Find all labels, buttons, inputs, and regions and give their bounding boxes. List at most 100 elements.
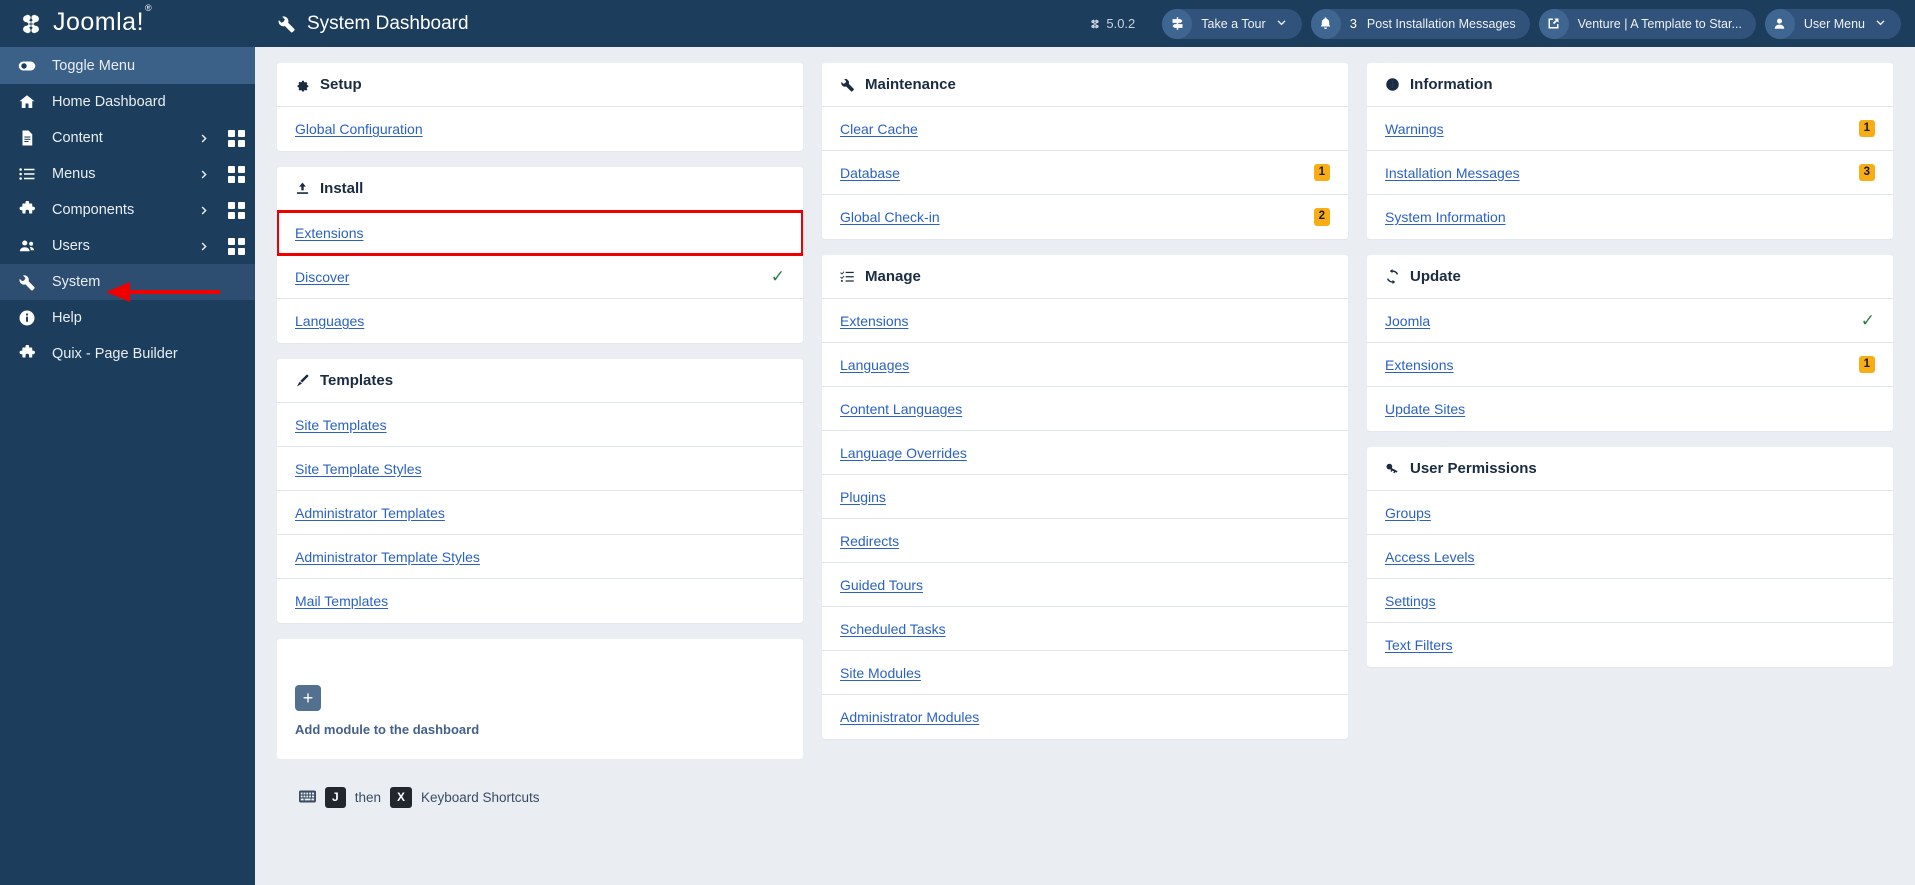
chevron-right-icon[interactable] xyxy=(191,168,217,181)
link-system-information[interactable]: System Information xyxy=(1385,209,1506,225)
panel-row-languages[interactable]: Languages xyxy=(822,343,1348,387)
link-warnings[interactable]: Warnings xyxy=(1385,121,1444,137)
panel-row-scheduled-tasks[interactable]: Scheduled Tasks xyxy=(822,607,1348,651)
key-icon xyxy=(1385,461,1400,476)
panel-row-groups[interactable]: Groups xyxy=(1367,491,1893,535)
sidebar-item-quix-page-builder[interactable]: Quix - Page Builder xyxy=(0,336,255,372)
sidebar-grid-icon[interactable] xyxy=(217,165,255,183)
user-menu-button[interactable]: User Menu xyxy=(1764,8,1901,39)
link-languages[interactable]: Languages xyxy=(840,357,909,373)
sidebar-item-content[interactable]: Content xyxy=(0,120,255,156)
sidebar-item-help[interactable]: Help xyxy=(0,300,255,336)
link-discover[interactable]: Discover xyxy=(295,269,349,285)
link-administrator-modules[interactable]: Administrator Modules xyxy=(840,709,979,725)
panel-row-redirects[interactable]: Redirects xyxy=(822,519,1348,563)
panel-row-extensions[interactable]: Extensions xyxy=(277,210,803,256)
panel-row-text-filters[interactable]: Text Filters xyxy=(1367,623,1893,667)
panel-row-global-configuration[interactable]: Global Configuration xyxy=(277,107,803,151)
link-guided-tours[interactable]: Guided Tours xyxy=(840,577,923,593)
link-site-modules[interactable]: Site Modules xyxy=(840,665,921,681)
chevron-right-icon[interactable] xyxy=(191,204,217,217)
panel-row-update-sites[interactable]: Update Sites xyxy=(1367,387,1893,431)
sidebar-grid-icon[interactable] xyxy=(217,201,255,219)
sidebar-item-home-dashboard[interactable]: Home Dashboard xyxy=(0,84,255,120)
sidebar-grid-icon[interactable] xyxy=(217,129,255,147)
wrench-icon xyxy=(18,273,39,291)
post-installation-messages-button[interactable]: 3 Post Installation Messages xyxy=(1310,8,1530,39)
link-site-template-styles[interactable]: Site Template Styles xyxy=(295,461,422,477)
add-module-button[interactable]: + xyxy=(295,685,321,711)
panel-row-clear-cache[interactable]: Clear Cache xyxy=(822,107,1348,151)
link-administrator-template-styles[interactable]: Administrator Template Styles xyxy=(295,549,480,565)
panel-row-settings[interactable]: Settings xyxy=(1367,579,1893,623)
chevron-right-icon[interactable] xyxy=(191,132,217,145)
sidebar-item-label: Menus xyxy=(52,166,96,182)
panel-title: Manage xyxy=(865,268,921,285)
panel-row-installation-messages[interactable]: Installation Messages 3 xyxy=(1367,151,1893,195)
sidebar-item-toggle-menu[interactable]: Toggle Menu xyxy=(0,47,255,84)
brush-icon xyxy=(295,373,310,388)
panel-row-extensions[interactable]: Extensions 1 xyxy=(1367,343,1893,387)
panel-row-global-check-in[interactable]: Global Check-in 2 xyxy=(822,195,1348,239)
panel-title: Information xyxy=(1410,76,1493,93)
link-access-levels[interactable]: Access Levels xyxy=(1385,549,1474,565)
panel-row-extensions[interactable]: Extensions xyxy=(822,299,1348,343)
link-site-templates[interactable]: Site Templates xyxy=(295,417,387,433)
sidebar-item-users[interactable]: Users xyxy=(0,228,255,264)
panel-row-access-levels[interactable]: Access Levels xyxy=(1367,535,1893,579)
panel-row-administrator-templates[interactable]: Administrator Templates xyxy=(277,491,803,535)
panel-header: Update xyxy=(1367,255,1893,299)
chevron-right-icon[interactable] xyxy=(191,240,217,253)
users-icon xyxy=(18,237,39,255)
link-scheduled-tasks[interactable]: Scheduled Tasks xyxy=(840,621,946,637)
link-administrator-templates[interactable]: Administrator Templates xyxy=(295,505,445,521)
link-settings[interactable]: Settings xyxy=(1385,593,1436,609)
joomla-logo[interactable]: Joomla!® xyxy=(0,0,255,47)
check-icon: ✓ xyxy=(1860,311,1875,330)
link-groups[interactable]: Groups xyxy=(1385,505,1431,521)
link-extensions[interactable]: Extensions xyxy=(295,225,363,241)
link-plugins[interactable]: Plugins xyxy=(840,489,886,505)
link-global-configuration[interactable]: Global Configuration xyxy=(295,121,423,137)
panel-row-content-languages[interactable]: Content Languages xyxy=(822,387,1348,431)
panel-row-language-overrides[interactable]: Language Overrides xyxy=(822,431,1348,475)
panel-row-site-templates[interactable]: Site Templates xyxy=(277,403,803,447)
link-text-filters[interactable]: Text Filters xyxy=(1385,637,1453,653)
panel-row-administrator-template-styles[interactable]: Administrator Template Styles xyxy=(277,535,803,579)
sidebar-grid-icon[interactable] xyxy=(217,237,255,255)
version-number: 5.0.2 xyxy=(1106,16,1136,31)
link-joomla[interactable]: Joomla xyxy=(1385,313,1430,329)
panel-row-discover[interactable]: Discover ✓ xyxy=(277,255,803,299)
panel-row-languages[interactable]: Languages xyxy=(277,299,803,343)
panel-row-guided-tours[interactable]: Guided Tours xyxy=(822,563,1348,607)
panel-row-system-information[interactable]: System Information xyxy=(1367,195,1893,239)
link-redirects[interactable]: Redirects xyxy=(840,533,899,549)
take-a-tour-button[interactable]: Take a Tour xyxy=(1162,8,1302,39)
sidebar-item-menus[interactable]: Menus xyxy=(0,156,255,192)
column-middle: Maintenance Clear Cache Database 1 Global Ch… xyxy=(822,63,1348,755)
panel-row-administrator-modules[interactable]: Administrator Modules xyxy=(822,695,1348,739)
link-global-check-in[interactable]: Global Check-in xyxy=(840,209,940,225)
link-content-languages[interactable]: Content Languages xyxy=(840,401,962,417)
link-mail-templates[interactable]: Mail Templates xyxy=(295,593,388,609)
link-clear-cache[interactable]: Clear Cache xyxy=(840,121,918,137)
panel-row-joomla[interactable]: Joomla ✓ xyxy=(1367,299,1893,343)
link-installation-messages[interactable]: Installation Messages xyxy=(1385,165,1520,181)
link-extensions[interactable]: Extensions xyxy=(1385,357,1453,373)
sidebar-item-system[interactable]: System xyxy=(0,264,255,300)
panel-row-mail-templates[interactable]: Mail Templates xyxy=(277,579,803,623)
site-preview-button[interactable]: Venture | A Template to Star... xyxy=(1538,8,1756,39)
topbar: System Dashboard 5.0.2 Take a Tour 3 Post … xyxy=(255,0,1915,47)
link-update-sites[interactable]: Update Sites xyxy=(1385,401,1465,417)
button-label: Venture | A Template to Star... xyxy=(1577,16,1742,31)
link-database[interactable]: Database xyxy=(840,165,900,181)
panel-row-warnings[interactable]: Warnings 1 xyxy=(1367,107,1893,151)
panel-row-plugins[interactable]: Plugins xyxy=(822,475,1348,519)
link-extensions[interactable]: Extensions xyxy=(840,313,908,329)
link-languages[interactable]: Languages xyxy=(295,313,364,329)
link-language-overrides[interactable]: Language Overrides xyxy=(840,445,967,461)
panel-row-site-template-styles[interactable]: Site Template Styles xyxy=(277,447,803,491)
sidebar-item-components[interactable]: Components xyxy=(0,192,255,228)
panel-row-database[interactable]: Database 1 xyxy=(822,151,1348,195)
panel-row-site-modules[interactable]: Site Modules xyxy=(822,651,1348,695)
